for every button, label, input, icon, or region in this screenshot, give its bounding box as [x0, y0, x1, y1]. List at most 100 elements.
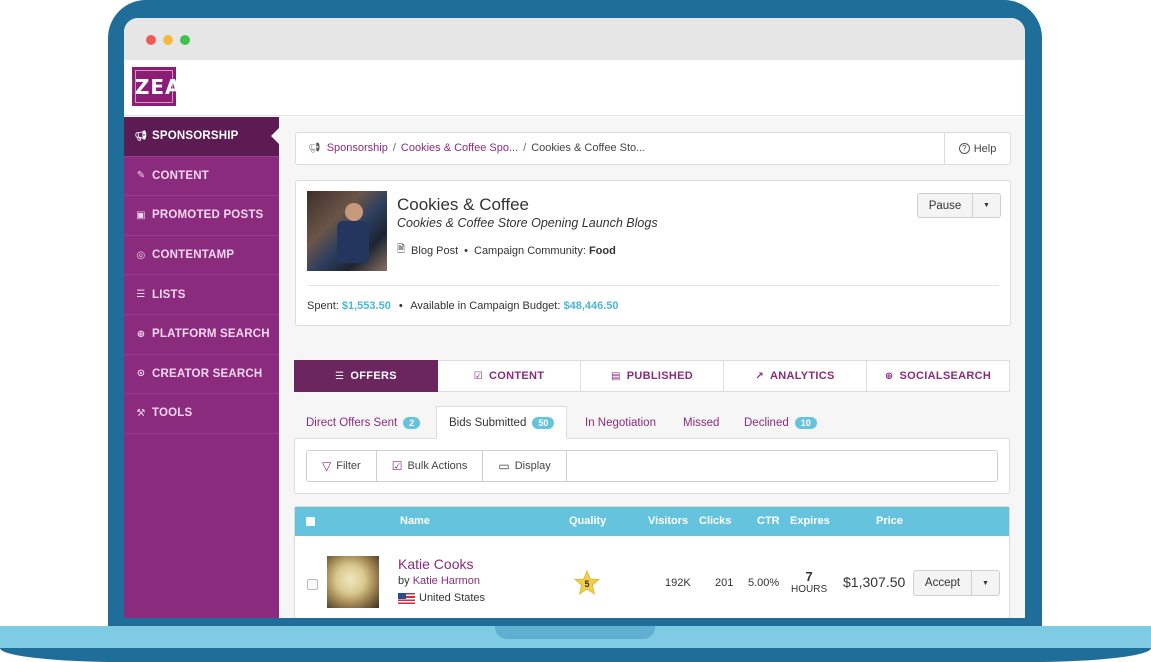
- owner-link[interactable]: Katie Harmon: [413, 575, 480, 587]
- column-ctr[interactable]: CTR: [757, 515, 780, 527]
- display-label: Display: [514, 460, 551, 472]
- browser-toolbar: [124, 18, 1025, 60]
- column-expires[interactable]: Expires: [790, 515, 830, 527]
- row-checkbox[interactable]: [307, 579, 318, 590]
- checklist-icon: ☑: [391, 459, 403, 473]
- accept-options-button[interactable]: ▼: [972, 571, 999, 595]
- tab-in-negotiation[interactable]: In Negotiation: [585, 406, 656, 439]
- clicks-value: 201: [715, 577, 734, 589]
- help-icon: ?: [958, 143, 970, 154]
- wrench-icon: ⚒: [136, 407, 146, 419]
- column-quality[interactable]: Quality: [569, 515, 606, 527]
- campaign-meta: 🗎 Blog Post • Campaign Community: Food: [397, 242, 616, 259]
- breadcrumb-sponsorship[interactable]: Sponsorship: [327, 142, 388, 154]
- sidebar-item-sponsorship[interactable]: 📢︎ SPONSORSHIP: [124, 117, 279, 157]
- tab-analytics[interactable]: ↗ ANALYTICS: [724, 360, 867, 392]
- sidebar-item-label: SPONSORSHIP: [152, 130, 239, 143]
- campaign-summary: Cookies & Coffee Cookies & Coffee Store …: [295, 180, 1011, 326]
- campaign-image: [307, 191, 387, 271]
- minimize-window-dot[interactable]: [163, 35, 173, 45]
- list-icon: ☰: [136, 289, 146, 301]
- tab-socialsearch[interactable]: ⊕ SOCIALSEARCH: [867, 360, 1010, 392]
- expires-value: 7 HOURS: [791, 570, 827, 595]
- app-header: IZEA: [124, 60, 1025, 116]
- sidebar-item-tools[interactable]: ⚒ TOOLS: [124, 394, 279, 434]
- pencil-icon: ✎: [136, 170, 146, 182]
- budget-label: Available in Campaign Budget:: [410, 300, 561, 312]
- ctr-value: 5.00%: [748, 577, 780, 589]
- logo-text: IZEA: [126, 74, 182, 99]
- laptop-base: [0, 626, 1151, 662]
- caret-down-icon: ▼: [983, 202, 990, 209]
- sidebar-item-label: TOOLS: [152, 407, 193, 420]
- creator-country: United States: [398, 592, 485, 604]
- sidebar-item-promoted-posts[interactable]: ▣ PROMOTED POSTS: [124, 196, 279, 236]
- tab-published[interactable]: ▤ PUBLISHED: [581, 360, 724, 392]
- breadcrumb-current: Cookies & Coffee Sto...: [531, 142, 646, 154]
- bulk-actions-button[interactable]: ☑ Bulk Actions: [377, 451, 484, 481]
- tab-label: Declined: [744, 416, 789, 429]
- column-visitors[interactable]: Visitors: [648, 515, 688, 527]
- help-button[interactable]: ? Help: [944, 133, 1010, 164]
- promoted-icon: ▣: [136, 209, 146, 221]
- breadcrumb-separator: /: [392, 142, 396, 154]
- tab-bids-submitted[interactable]: Bids Submitted 50: [436, 406, 568, 439]
- search-icon: ⊕: [136, 328, 146, 340]
- main-tabs: ☰ OFFERS ☑ CONTENT ▤ PUBLISHED ↗ ANALYTI…: [294, 360, 1010, 392]
- sidebar-item-label: PROMOTED POSTS: [152, 209, 264, 222]
- tab-content[interactable]: ☑ CONTENT: [438, 360, 581, 392]
- sidebar-item-platform-search[interactable]: ⊕ PLATFORM SEARCH: [124, 315, 279, 355]
- tab-direct-offers-sent[interactable]: Direct Offers Sent 2: [306, 406, 421, 439]
- tab-label: ANALYTICS: [770, 370, 835, 382]
- by-prefix: by: [398, 575, 410, 587]
- sidebar-item-lists[interactable]: ☰ LISTS: [124, 275, 279, 315]
- offers-toolbar-panel: ▽ Filter ☑ Bulk Actions ▭ Display: [294, 438, 1010, 494]
- tab-offers[interactable]: ☰ OFFERS: [294, 360, 438, 392]
- sidebar-item-creator-search[interactable]: ⊙ CREATOR SEARCH: [124, 355, 279, 395]
- clipboard-icon: ☑: [473, 370, 483, 382]
- close-window-dot[interactable]: [146, 35, 156, 45]
- accept-button[interactable]: Accept: [914, 571, 972, 595]
- search-icon: ⊕: [884, 370, 894, 382]
- tab-declined[interactable]: Declined 10: [744, 406, 817, 439]
- sidebar-item-label: CONTENT: [152, 169, 209, 182]
- caret-down-icon: ▼: [982, 579, 989, 587]
- count-badge: 2: [403, 416, 421, 429]
- campaign-budget: Spent: $1,553.50 • Available in Campaign…: [307, 300, 619, 312]
- tab-missed[interactable]: Missed: [683, 406, 719, 439]
- offers-toolbar: ▽ Filter ☑ Bulk Actions ▭ Display: [306, 450, 998, 482]
- filter-label: Filter: [336, 460, 361, 472]
- pause-options-button[interactable]: ▼: [973, 194, 1000, 217]
- tab-label: Missed: [683, 416, 720, 429]
- quality-score: 5: [584, 579, 589, 589]
- select-all-checkbox[interactable]: [306, 517, 315, 526]
- column-name[interactable]: Name: [400, 515, 430, 527]
- display-button[interactable]: ▭ Display: [483, 451, 567, 481]
- creator-owner: by Katie Harmon: [398, 575, 480, 587]
- filter-button[interactable]: ▽ Filter: [307, 451, 377, 481]
- campaign-subtitle: Cookies & Coffee Store Opening Launch Bl…: [397, 216, 658, 230]
- sidebar-item-content[interactable]: ✎ CONTENT: [124, 157, 279, 197]
- sidebar-item-contentamp[interactable]: ◎ CONTENTAMP: [124, 236, 279, 276]
- divider: [307, 285, 999, 286]
- bulk-actions-label: Bulk Actions: [407, 460, 468, 472]
- amp-icon: ◎: [136, 249, 146, 261]
- country-label: United States: [419, 592, 486, 604]
- price-value: $1,307.50: [843, 574, 906, 590]
- column-price[interactable]: Price: [876, 515, 903, 527]
- izea-logo[interactable]: IZEA: [126, 67, 181, 106]
- breadcrumb-separator: /: [523, 142, 527, 154]
- main-content: 📢︎ Sponsorship / Cookies & Coffee Spo...…: [279, 117, 1025, 618]
- creator-name[interactable]: Katie Cooks: [398, 556, 473, 572]
- column-clicks[interactable]: Clicks: [699, 515, 731, 527]
- tab-label: SOCIALSEARCH: [899, 370, 992, 382]
- pause-button[interactable]: Pause: [918, 194, 973, 217]
- campaign-type: Blog Post: [411, 244, 459, 257]
- quality-star-icon: 5: [574, 570, 600, 595]
- maximize-window-dot[interactable]: [180, 35, 190, 45]
- creator-search-icon: ⊙: [136, 368, 146, 380]
- pause-button-group: Pause ▼: [917, 193, 1001, 218]
- spent-label: Spent:: [307, 300, 339, 312]
- breadcrumb-campaign[interactable]: Cookies & Coffee Spo...: [401, 142, 518, 154]
- tab-label: OFFERS: [350, 370, 397, 382]
